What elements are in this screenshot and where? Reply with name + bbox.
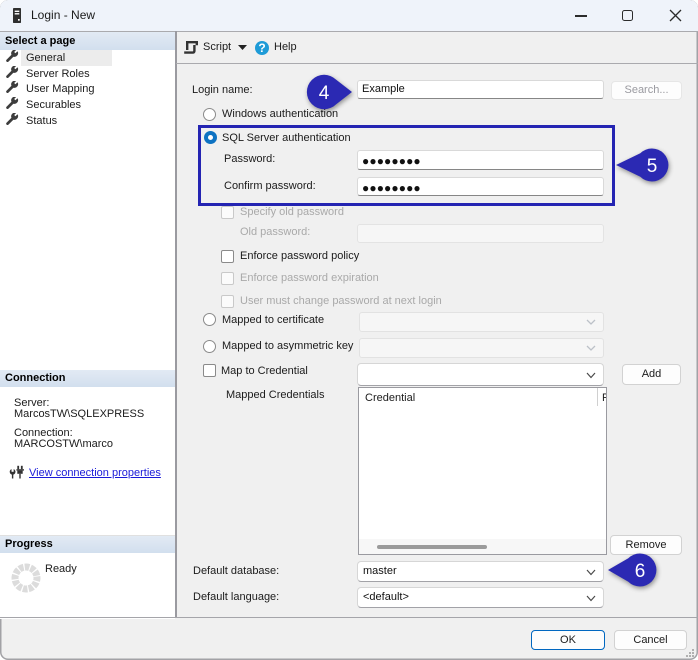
svg-text:4: 4 (319, 83, 330, 104)
svg-text:5: 5 (647, 156, 658, 177)
svg-text:6: 6 (635, 561, 646, 582)
